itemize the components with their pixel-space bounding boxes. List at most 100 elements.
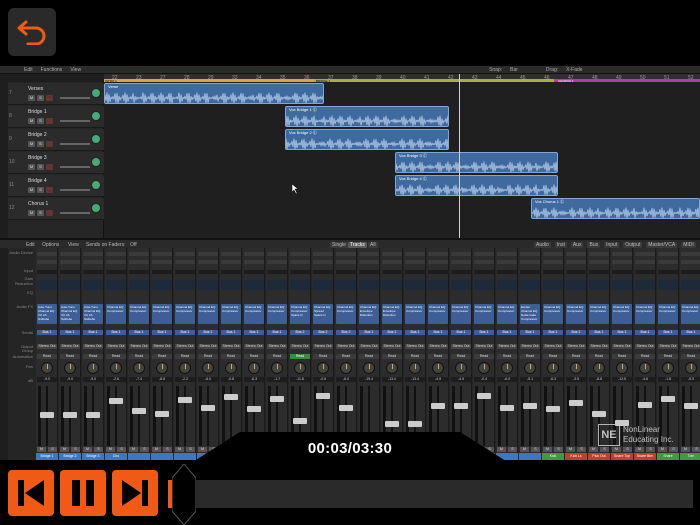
pan-knob[interactable]: [363, 362, 375, 374]
automation-mode[interactable]: Read: [543, 354, 563, 359]
pan-knob[interactable]: [156, 362, 168, 374]
track-header[interactable]: 8 Bridge 1 MS: [8, 106, 104, 128]
automation-mode[interactable]: Read: [497, 354, 517, 359]
automation-mode[interactable]: Read: [244, 354, 264, 359]
output-slot[interactable]: Stereo Out: [106, 344, 126, 349]
track-pan-knob[interactable]: [91, 88, 101, 98]
output-slot[interactable]: Stereo Out: [198, 344, 218, 349]
input-format[interactable]: [267, 260, 287, 264]
volume-readout[interactable]: -12.5: [612, 377, 632, 382]
input-slot[interactable]: [497, 252, 517, 256]
send-slot[interactable]: Bus 1: [382, 330, 402, 335]
send-slot[interactable]: Bus 2: [290, 330, 310, 335]
send-slot[interactable]: Bus 1: [474, 330, 494, 335]
input-format[interactable]: [244, 260, 264, 264]
volume-fader[interactable]: [569, 399, 583, 406]
audio-fx-slot[interactable]: Channel EQ Compressor: [497, 304, 517, 324]
volume-fader[interactable]: [454, 402, 468, 409]
audio-region[interactable]: Vox Chorus 1 Ⓒ: [531, 198, 700, 219]
input-format[interactable]: [382, 260, 402, 264]
eq-thumbnail[interactable]: [405, 280, 425, 290]
progress-handle[interactable]: [171, 464, 196, 525]
output-slot[interactable]: Stereo Out: [589, 344, 609, 349]
input-slot[interactable]: [83, 252, 103, 256]
solo-button[interactable]: S: [37, 164, 44, 170]
audio-fx-slot[interactable]: Channel EQ Envelope Distortion: [382, 304, 402, 324]
solo-button[interactable]: S: [37, 118, 44, 124]
send-slot[interactable]: Bus 1: [520, 330, 540, 335]
audio-fx-slot[interactable]: Channel EQ Compressor: [244, 304, 264, 324]
volume-fader[interactable]: [500, 405, 514, 412]
send-slot[interactable]: Bus 1: [451, 330, 471, 335]
pan-knob[interactable]: [340, 362, 352, 374]
volume-fader[interactable]: [408, 421, 422, 428]
pan-knob[interactable]: [110, 362, 122, 374]
eq-thumbnail[interactable]: [428, 280, 448, 290]
send-slot[interactable]: Bus 1: [589, 330, 609, 335]
eq-thumbnail[interactable]: [497, 280, 517, 290]
audio-fx-slot[interactable]: Auto-Tune Channel EQ VC 2A Softtube: [83, 304, 103, 324]
input-format[interactable]: [313, 260, 333, 264]
audio-fx-slot[interactable]: Channel EQ Compressor: [635, 304, 655, 324]
pan-knob[interactable]: [547, 362, 559, 374]
output-slot[interactable]: Stereo Out: [336, 344, 356, 349]
input-slot[interactable]: [152, 252, 172, 256]
pan-knob[interactable]: [248, 362, 260, 374]
skip-forward-button[interactable]: [112, 470, 158, 516]
audio-fx-slot[interactable]: Channel EQ Compressor: [221, 304, 241, 324]
send-slot[interactable]: Bus 1: [244, 330, 264, 335]
send-slot[interactable]: Bus 1: [129, 330, 149, 335]
track-name[interactable]: Verses: [28, 86, 43, 92]
eq-thumbnail[interactable]: [474, 280, 494, 290]
audio-fx-slot[interactable]: Channel EQ Spread Space D: [313, 304, 333, 324]
input-format[interactable]: [612, 260, 632, 264]
volume-fader[interactable]: [201, 405, 215, 412]
volume-fader[interactable]: [316, 393, 330, 400]
automation-mode[interactable]: Read: [359, 354, 379, 359]
audio-fx-slot[interactable]: Channel EQ Compressor: [658, 304, 678, 324]
volume-fader[interactable]: [109, 397, 123, 404]
eq-thumbnail[interactable]: [681, 280, 700, 290]
output-slot[interactable]: Stereo Out: [267, 344, 287, 349]
pan-knob[interactable]: [41, 362, 53, 374]
input-slot[interactable]: [359, 252, 379, 256]
track-name[interactable]: Bridge 4: [28, 178, 47, 184]
eq-thumbnail[interactable]: [543, 280, 563, 290]
volume-fader[interactable]: [592, 411, 606, 418]
input-slot[interactable]: [428, 252, 448, 256]
volume-readout[interactable]: -19.4: [359, 377, 379, 382]
toolbar-view[interactable]: View: [70, 67, 81, 73]
eq-thumbnail[interactable]: [359, 280, 379, 290]
output-slot[interactable]: Stereo Out: [405, 344, 425, 349]
input-slot[interactable]: [589, 252, 609, 256]
mute-button[interactable]: M: [28, 141, 35, 147]
volume-readout[interactable]: -5.0: [681, 377, 700, 382]
volume-readout[interactable]: -1.7: [267, 377, 287, 382]
automation-mode[interactable]: Read: [221, 354, 241, 359]
eq-thumbnail[interactable]: [520, 280, 540, 290]
send-slot[interactable]: Bus 2: [336, 330, 356, 335]
pan-knob[interactable]: [409, 362, 421, 374]
output-slot[interactable]: Stereo Out: [658, 344, 678, 349]
track-name[interactable]: Chorus 1: [28, 201, 48, 207]
output-slot[interactable]: Stereo Out: [313, 344, 333, 349]
eq-thumbnail[interactable]: [566, 280, 586, 290]
automation-mode[interactable]: Read: [60, 354, 80, 359]
track-name[interactable]: Bridge 2: [28, 132, 47, 138]
track-header[interactable]: 11 Bridge 4 MS: [8, 175, 104, 197]
audio-fx-slot[interactable]: Channel EQ Compressor: [681, 304, 700, 324]
input-format[interactable]: [60, 260, 80, 264]
output-slot[interactable]: Stereo Out: [175, 344, 195, 349]
audio-region[interactable]: Vox Bridge 1 Ⓒ: [285, 106, 449, 127]
mute-button[interactable]: M: [28, 118, 35, 124]
send-slot[interactable]: Bus 1: [152, 330, 172, 335]
input-slot[interactable]: [60, 252, 80, 256]
input-format[interactable]: [129, 260, 149, 264]
volume-readout[interactable]: -6.0: [497, 377, 517, 382]
send-slot[interactable]: Bus 1: [267, 330, 287, 335]
eq-thumbnail[interactable]: [198, 280, 218, 290]
audio-fx-slot[interactable]: Exciter Channel EQ Noise Gate Compressor: [520, 304, 540, 324]
automation-mode[interactable]: Read: [520, 354, 540, 359]
volume-readout[interactable]: -4.9: [428, 377, 448, 382]
volume-readout[interactable]: -8.8: [152, 377, 172, 382]
